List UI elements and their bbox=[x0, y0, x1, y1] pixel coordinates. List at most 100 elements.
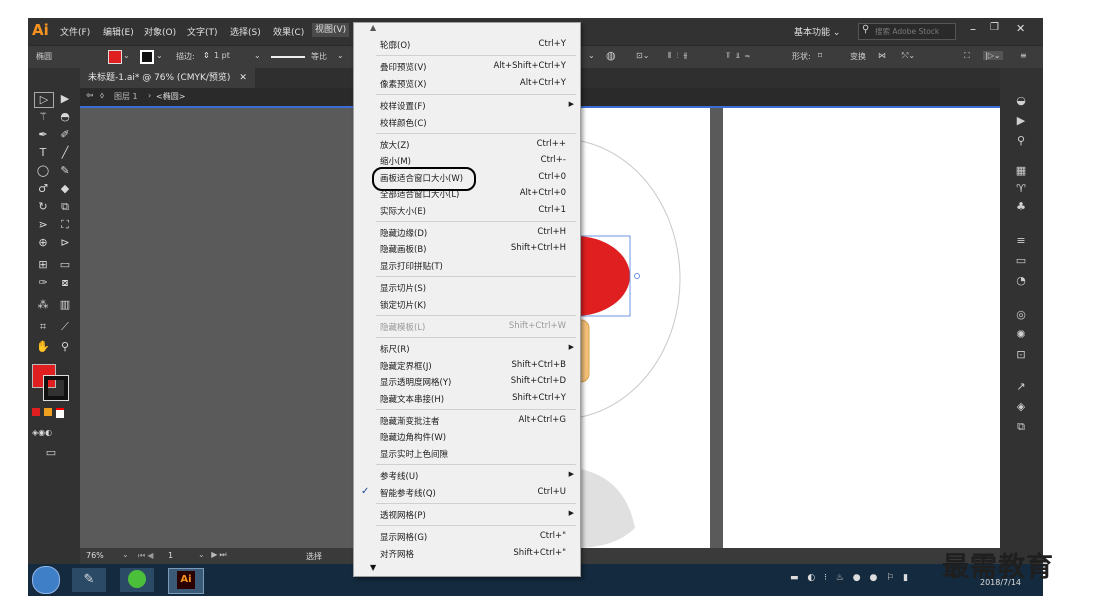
menu-item[interactable]: 显示切片(S) bbox=[354, 280, 580, 296]
width-tool-icon[interactable]: ⋗ bbox=[34, 218, 52, 232]
breadcrumb-object[interactable]: <椭圆> bbox=[156, 91, 185, 102]
stroke-weight-field[interactable]: 1 pt bbox=[214, 51, 230, 60]
curvature-tool-icon[interactable]: ✐ bbox=[56, 128, 74, 142]
pen-tool-icon[interactable]: ✒ bbox=[34, 128, 52, 142]
magic-wand-tool-icon[interactable]: ⚚ bbox=[34, 110, 52, 124]
zoom-level[interactable]: 76% bbox=[86, 551, 104, 560]
close-icon[interactable]: ✕ bbox=[239, 73, 247, 83]
restore-button[interactable]: ❐ bbox=[990, 22, 999, 33]
artboards-panel-icon[interactable]: ⧉ bbox=[1013, 420, 1029, 434]
scroll-down-icon[interactable]: ▼ bbox=[370, 563, 376, 572]
menu-item[interactable]: 显示网格(G) Ctrl+" bbox=[354, 529, 580, 545]
asset-export-icon[interactable]: ⊡ bbox=[1013, 348, 1029, 362]
appearance-icon[interactable]: ◎ bbox=[1013, 308, 1029, 322]
menu-object[interactable]: 对象(O) bbox=[144, 25, 176, 38]
gradient-tool-icon[interactable]: ▭ bbox=[56, 258, 74, 272]
menu-item[interactable]: 校样颜色(C) bbox=[354, 115, 580, 131]
menu-item[interactable]: 隐藏定界框(J) Shift+Ctrl+B bbox=[354, 358, 580, 374]
lasso-tool-icon[interactable]: ◓ bbox=[56, 110, 74, 124]
transparency-icon[interactable]: ◔ bbox=[1013, 274, 1029, 288]
red-ellipse[interactable] bbox=[575, 236, 630, 316]
color-panel-icon[interactable]: ◒ bbox=[1013, 94, 1029, 108]
close-button[interactable]: ✕ bbox=[1016, 22, 1025, 35]
brushes-icon[interactable]: ♈ bbox=[1013, 182, 1029, 196]
screen-mode-icon[interactable]: ▭ bbox=[42, 446, 60, 460]
menu-item[interactable]: 放大(Z) Ctrl++ bbox=[354, 137, 580, 153]
center-handle[interactable] bbox=[634, 273, 640, 279]
swatches-icon[interactable]: ▦ bbox=[1013, 164, 1029, 178]
menu-edit[interactable]: 编辑(E) bbox=[103, 25, 134, 38]
draw-mode-icon[interactable]: ◈◉◐ bbox=[32, 426, 52, 440]
menu-item[interactable]: 轮廓(O) Ctrl+Y bbox=[354, 37, 580, 53]
menu-item[interactable]: 参考线(U) ▶ bbox=[354, 468, 580, 484]
rotate-tool-icon[interactable]: ↻ bbox=[34, 200, 52, 214]
recolor-icon[interactable]: ⊡⌄ bbox=[636, 51, 649, 60]
perspective-tool-icon[interactable]: ⊳ bbox=[56, 236, 74, 250]
minimize-button[interactable]: – bbox=[970, 22, 976, 36]
shape-icon[interactable]: ⌑ bbox=[818, 51, 822, 60]
stroke-swatch[interactable] bbox=[140, 50, 154, 64]
artboard-nav-prev-icons[interactable]: ⏮◀ bbox=[138, 551, 155, 561]
slice-tool-icon[interactable]: ⟋ bbox=[56, 320, 74, 334]
blend-tool-icon[interactable]: ⧇ bbox=[56, 276, 74, 290]
layers-panel-icon[interactable]: ◈ bbox=[1013, 400, 1029, 414]
illustrator-taskbar-button[interactable]: Ai bbox=[168, 568, 204, 594]
artboard-tool-icon[interactable]: ⌗ bbox=[34, 320, 52, 334]
chevron-down-icon[interactable]: ⌄ bbox=[588, 51, 595, 60]
gradient-mode-icon[interactable] bbox=[44, 408, 52, 416]
breadcrumb-layer[interactable]: 图层 1 bbox=[114, 91, 138, 102]
isolate-icon[interactable]: ⛶ bbox=[964, 51, 970, 61]
ellipse-tool-icon[interactable]: ◯ bbox=[34, 164, 52, 178]
menu-item[interactable]: 隐藏画板(B) Shift+Ctrl+H bbox=[354, 241, 580, 257]
menu-item[interactable]: 显示透明度网格(Y) Shift+Ctrl+D bbox=[354, 374, 580, 390]
stroke-profile-label[interactable]: 等比 bbox=[311, 51, 327, 62]
menu-item[interactable]: 全部适合窗口大小(L) Alt+Ctrl+0 bbox=[354, 186, 580, 202]
start-button[interactable] bbox=[32, 566, 60, 594]
menu-item[interactable]: 对齐网格 Shift+Ctrl+" bbox=[354, 546, 580, 562]
chevron-down-icon[interactable]: ⌄ bbox=[123, 51, 130, 60]
mesh-tool-icon[interactable]: ⊞ bbox=[34, 258, 52, 272]
type-tool-icon[interactable]: T bbox=[34, 146, 52, 160]
align-icons[interactable]: ⫴⫶⫵ bbox=[668, 51, 692, 61]
export-icon[interactable]: ↗ bbox=[1013, 380, 1029, 394]
tray-icons[interactable]: ▬ ◐ ⁝ ♨ ● ● ⚐ ▮ bbox=[790, 573, 911, 583]
browser-icon[interactable] bbox=[120, 568, 154, 592]
symbol-sprayer-tool-icon[interactable]: ⁂ bbox=[34, 298, 52, 312]
menu-effect[interactable]: 效果(C) bbox=[273, 25, 304, 38]
menu-item[interactable]: 隐藏边角构件(W) bbox=[354, 429, 580, 445]
gradient-panel-icon[interactable]: ▭ bbox=[1013, 254, 1029, 268]
hand-tool-icon[interactable]: ✋ bbox=[34, 340, 52, 354]
body-shape[interactable] bbox=[575, 468, 635, 548]
menu-item[interactable]: 显示打印拼贴(T) bbox=[354, 258, 580, 274]
stock-search[interactable]: ⚲ 搜索 Adobe Stock bbox=[858, 23, 956, 40]
menu-item[interactable]: 画板适合窗口大小(W) Ctrl+0 bbox=[354, 166, 580, 191]
stroke-stepper-icon[interactable]: ⇕ bbox=[203, 51, 210, 60]
artboard-nav-next-icons[interactable]: ⌄ ▶⏭ bbox=[198, 550, 229, 560]
globe-icon[interactable]: ◍ bbox=[606, 49, 616, 62]
menu-item[interactable]: ✓ 智能参考线(Q) Ctrl+U bbox=[354, 485, 580, 501]
chevron-down-icon[interactable]: ⌄ bbox=[156, 51, 163, 60]
chevron-down-icon[interactable]: ⌄ bbox=[254, 51, 261, 60]
document-tab[interactable]: 未标题-1.ai* @ 76% (CMYK/预览) ✕ bbox=[80, 68, 255, 88]
media-player-icon[interactable]: ✎ bbox=[72, 568, 106, 592]
chevron-down-icon[interactable]: ⌄ bbox=[122, 550, 129, 559]
menu-item[interactable]: 叠印预览(V) Alt+Shift+Ctrl+Y bbox=[354, 59, 580, 75]
reflect-icon[interactable]: ⋈ bbox=[878, 51, 886, 60]
graph-tool-icon[interactable]: ▥ bbox=[56, 298, 74, 312]
eyedropper-tool-icon[interactable]: ✑ bbox=[34, 276, 52, 290]
menu-icon[interactable]: ≡ bbox=[1020, 51, 1027, 60]
scroll-up-icon[interactable]: ▲ bbox=[370, 23, 376, 32]
free-transform-tool-icon[interactable]: ⛶ bbox=[56, 218, 74, 232]
menu-item[interactable]: 显示实时上色间隙 bbox=[354, 446, 580, 462]
line-tool-icon[interactable]: ╱ bbox=[56, 146, 74, 160]
color-guide-icon[interactable]: ⚲ bbox=[1013, 134, 1029, 148]
distribute-icons[interactable]: ⫪⫫⫬ bbox=[726, 51, 755, 61]
artboard-number[interactable]: 1 bbox=[168, 551, 173, 560]
none-mode-icon[interactable] bbox=[56, 408, 64, 418]
scale-tool-icon[interactable]: ⧉ bbox=[56, 200, 74, 214]
menu-select[interactable]: 选择(S) bbox=[230, 25, 261, 38]
brush-tool-icon[interactable]: ✎ bbox=[56, 164, 74, 178]
menu-item[interactable]: 隐藏边缘(D) Ctrl+H bbox=[354, 225, 580, 241]
color-mode-icon[interactable] bbox=[32, 408, 40, 416]
selection-tool-icon[interactable]: ▷ bbox=[34, 92, 54, 108]
